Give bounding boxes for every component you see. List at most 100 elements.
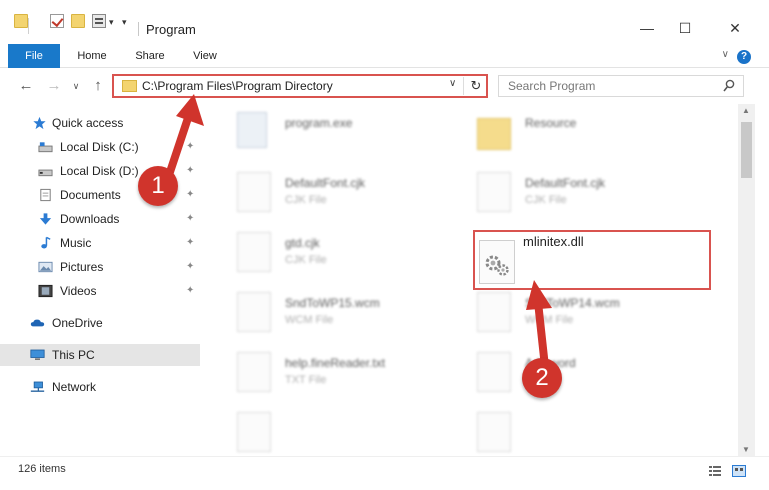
scrollbar-thumb[interactable] — [741, 122, 752, 178]
sidebar-item-label: Documents — [60, 188, 121, 202]
file-icon — [477, 292, 511, 332]
scroll-down-icon[interactable]: ▼ — [742, 445, 750, 454]
close-button[interactable]: ✕ — [712, 14, 758, 42]
pin-icon[interactable]: ✦ — [186, 285, 194, 296]
sidebar-item-label: Local Disk (D:) — [60, 164, 139, 178]
drive-icon — [38, 169, 53, 177]
highlighted-file-name[interactable]: mlinitex.dll — [523, 234, 584, 249]
divider — [28, 18, 29, 34]
sidebar-item-videos[interactable]: Videos ✦ — [0, 280, 200, 302]
file-icon — [237, 292, 271, 332]
sidebar-item-downloads[interactable]: Downloads ✦ — [0, 208, 200, 230]
properties-check-icon[interactable] — [50, 14, 64, 28]
music-icon — [41, 236, 51, 249]
file-type: CJK File — [285, 194, 327, 206]
sidebar-item-label: This PC — [52, 348, 95, 362]
navigation-bar: ← → ∨ ↑ C:\Program Files\Program Directo… — [0, 68, 769, 104]
maximize-button[interactable]: ☐ — [662, 14, 708, 42]
list-item[interactable]: SndToWP14.wcm WCM File — [455, 288, 695, 336]
list-item[interactable]: DefaultFont.cjk CJK File — [455, 168, 695, 216]
search-input[interactable]: Search Program — [508, 79, 595, 93]
file-name: DefaultFont.cjk — [285, 176, 366, 190]
sidebar-item-network[interactable]: Network — [0, 376, 200, 398]
up-button[interactable]: ↑ — [88, 76, 108, 96]
list-item[interactable]: program.exe — [215, 108, 455, 156]
back-button[interactable]: ← — [16, 76, 36, 96]
recent-locations-icon[interactable]: ∨ — [66, 76, 86, 96]
file-type: TXT File — [285, 374, 327, 386]
quick-access-toolbar-dropdown-icon[interactable]: ▾ — [122, 17, 127, 28]
sidebar-item-music[interactable]: Music ✦ — [0, 232, 200, 254]
folder-icon — [14, 14, 28, 28]
sidebar-item-onedrive[interactable]: OneDrive — [0, 312, 200, 334]
file-icon — [477, 172, 511, 212]
title-bar: ▾ ▾ Program — ☐ ✕ — [0, 0, 769, 40]
file-type: WCM File — [285, 314, 334, 326]
list-item[interactable]: gtd.cjk CJK File — [215, 228, 455, 276]
folder-icon — [122, 80, 137, 92]
cloud-icon — [30, 319, 45, 327]
sidebar-item-label: Downloads — [60, 212, 120, 226]
search-box[interactable]: Search Program — [498, 75, 744, 97]
chevron-down-icon[interactable]: ▾ — [109, 17, 114, 28]
list-item[interactable]: Ad...word — [455, 348, 695, 396]
new-folder-icon[interactable] — [71, 14, 85, 28]
sidebar-item-label: Network — [52, 380, 97, 394]
details-view-icon[interactable] — [708, 465, 722, 477]
star-icon — [33, 116, 46, 130]
step-2-badge: 2 — [522, 358, 562, 398]
sidebar-item-label: OneDrive — [52, 316, 103, 330]
sidebar-item-label: Pictures — [60, 260, 104, 274]
search-icon[interactable] — [723, 79, 735, 93]
drive-icon — [38, 142, 53, 153]
file-name: DefaultFont.cjk — [525, 176, 606, 190]
forward-button[interactable]: → — [44, 76, 64, 96]
file-icon — [477, 412, 511, 452]
documents-icon — [40, 188, 51, 202]
tab-view[interactable]: View — [182, 44, 228, 68]
sidebar-item-label: Music — [60, 236, 92, 250]
executable-icon — [237, 112, 267, 148]
list-item[interactable]: DefaultFont.cjk CJK File — [215, 168, 455, 216]
sidebar-item-this-pc[interactable]: This PC — [0, 344, 200, 366]
network-icon — [30, 381, 45, 392]
vertical-scrollbar[interactable]: ▲ ▼ — [738, 104, 755, 456]
customize-icon[interactable] — [92, 14, 106, 28]
window-title: Program — [146, 22, 196, 37]
list-item[interactable]: Resource — [455, 108, 695, 156]
list-item[interactable] — [455, 408, 695, 456]
file-name: gtd.cjk — [285, 236, 320, 250]
scroll-up-icon[interactable]: ▲ — [742, 106, 750, 115]
help-icon[interactable]: ? — [737, 50, 751, 64]
file-icon — [237, 232, 271, 272]
sidebar-item-pictures[interactable]: Pictures ✦ — [0, 256, 200, 278]
address-dropdown-icon[interactable]: ∨ — [449, 78, 456, 89]
pin-icon[interactable]: ✦ — [186, 213, 194, 224]
list-item[interactable] — [215, 408, 455, 456]
file-type: CJK File — [285, 254, 327, 266]
tab-home[interactable]: Home — [68, 44, 116, 68]
large-icons-view-icon[interactable] — [732, 465, 746, 477]
pin-icon[interactable]: ✦ — [186, 261, 194, 272]
status-bar: 126 items — [0, 456, 769, 490]
sidebar-item-label: Quick access — [52, 116, 124, 130]
address-path[interactable]: C:\Program Files\Program Directory — [142, 79, 333, 93]
tab-share[interactable]: Share — [126, 44, 174, 68]
dll-file-icon — [479, 240, 515, 284]
list-item[interactable]: SndToWP15.wcm WCM File — [215, 288, 455, 336]
file-icon — [237, 352, 271, 392]
list-item[interactable]: help.fineReader.txt TXT File — [215, 348, 455, 396]
file-name: help.fineReader.txt — [285, 356, 386, 370]
file-icon — [237, 172, 271, 212]
step-1-badge: 1 — [138, 166, 178, 206]
file-name: program.exe — [285, 116, 353, 130]
file-type: CJK File — [525, 194, 567, 206]
tab-file[interactable]: File — [8, 44, 60, 68]
sidebar-item-label: Local Disk (C:) — [60, 140, 139, 154]
refresh-icon[interactable]: ↻ — [468, 77, 484, 95]
file-list: program.exe Resource DefaultFont.cjk CJK… — [205, 104, 738, 456]
file-icon — [237, 412, 271, 452]
item-count: 126 items — [18, 463, 66, 475]
ribbon-collapse-icon[interactable]: ∨ — [722, 49, 729, 60]
pin-icon[interactable]: ✦ — [186, 237, 194, 248]
